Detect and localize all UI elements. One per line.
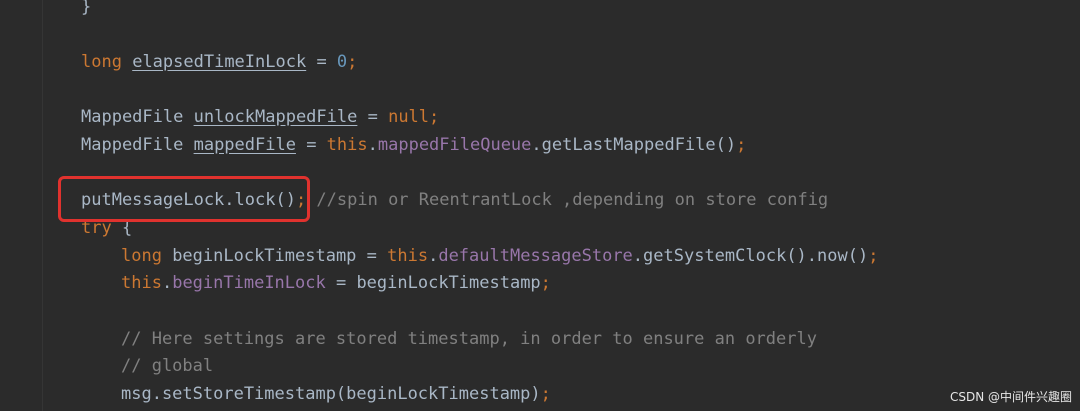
- method-call-token: msg.setStoreTimestamp(beginLockTimestamp…: [121, 384, 541, 404]
- variable-token: beginLockTimestamp =: [161, 246, 388, 266]
- variable-token: unlockMappedFile: [193, 107, 358, 127]
- keyword-token: null: [388, 107, 430, 127]
- variable-token: elapsedTimeInLock: [132, 52, 307, 72]
- code-editor[interactable]: } long elapsedTimeInLock = 0; MappedFile…: [0, 0, 1080, 411]
- operator-token: =: [295, 135, 327, 155]
- field-token: defaultMessageStore: [438, 246, 633, 266]
- dot-token: .: [161, 273, 173, 293]
- indent-guide: [42, 0, 43, 411]
- code-line-begin-time-in-lock[interactable]: this.beginTimeInLock = beginLockTimestam…: [121, 269, 551, 297]
- semicolon-token: ;: [347, 52, 358, 72]
- number-token: 0: [336, 52, 348, 72]
- semicolon-token: ;: [868, 246, 879, 266]
- dot-token: .: [428, 246, 439, 266]
- this-token: this: [326, 135, 368, 155]
- semicolon-token: ;: [540, 273, 551, 293]
- method-call-token: .getLastMappedFile(): [531, 135, 737, 155]
- code-line-comment-2[interactable]: // global: [121, 352, 213, 380]
- type-token: MappedFile: [81, 135, 194, 155]
- assignment-token: = beginLockTimestamp: [325, 273, 541, 293]
- keyword-token: long: [81, 52, 122, 72]
- this-token: this: [121, 273, 162, 293]
- watermark: CSDN @中间件兴趣圈: [949, 390, 1072, 404]
- code-line-set-store-timestamp[interactable]: msg.setStoreTimestamp(beginLockTimestamp…: [121, 380, 551, 408]
- semicolon-token: ;: [540, 384, 551, 404]
- code-line-unlock-mapped-file[interactable]: MappedFile unlockMappedFile = null;: [81, 103, 439, 131]
- type-token: MappedFile: [81, 107, 194, 127]
- semicolon-token: ;: [429, 107, 440, 127]
- field-token: beginTimeInLock: [172, 273, 326, 293]
- brace-token: }: [81, 0, 92, 17]
- code-line-comment-1[interactable]: // Here settings are stored timestamp, i…: [121, 325, 817, 353]
- comment-token: // global: [121, 356, 214, 376]
- field-token: mappedFileQueue: [377, 135, 532, 155]
- keyword-token: long: [121, 246, 162, 266]
- dot-token: .: [367, 135, 378, 155]
- operator-token: =: [357, 107, 389, 127]
- red-highlight-box: [58, 176, 310, 222]
- code-line-begin-lock-timestamp[interactable]: long beginLockTimestamp = this.defaultMe…: [121, 242, 878, 270]
- code-line-mapped-file[interactable]: MappedFile mappedFile = this.mappedFileQ…: [81, 131, 746, 159]
- this-token: this: [387, 246, 429, 266]
- variable-token: mappedFile: [193, 135, 296, 155]
- method-call-token: .getSystemClock().now(): [632, 246, 869, 266]
- operator-token: =: [306, 52, 337, 72]
- code-line-closing-brace[interactable]: }: [81, 0, 91, 21]
- code-line-elapsed-time[interactable]: long elapsedTimeInLock = 0;: [81, 48, 357, 76]
- semicolon-token: ;: [736, 135, 747, 155]
- comment-token: // Here settings are stored timestamp, i…: [121, 329, 817, 349]
- comment-token: //spin or ReentrantLock ,depending on st…: [306, 190, 829, 210]
